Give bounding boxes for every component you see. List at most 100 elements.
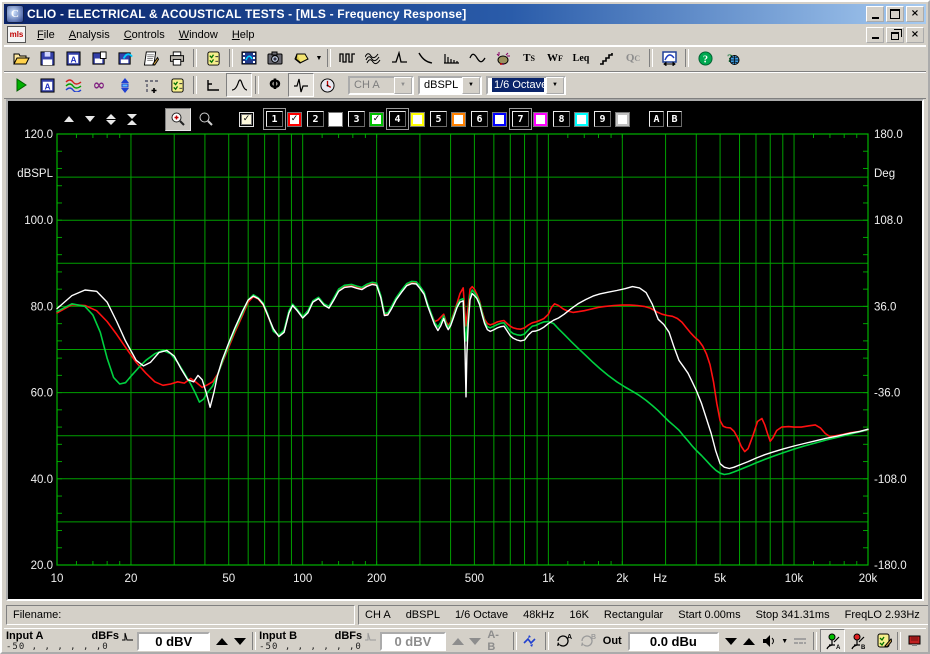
waterfall-analysis-button[interactable] [360, 46, 386, 70]
help-button[interactable]: ? [692, 46, 718, 70]
curve-slot-3-checkbox[interactable]: ✓ [370, 113, 383, 126]
autosave-button[interactable]: A [34, 73, 60, 97]
time-domain-view-button[interactable] [200, 73, 226, 97]
curve-slot-6-checkbox[interactable] [493, 113, 506, 126]
curve-slot-9-button[interactable]: 9 [594, 111, 611, 127]
out-down-button[interactable] [722, 632, 740, 650]
sinusoidal-analysis-button[interactable] [464, 46, 490, 70]
options-button[interactable] [200, 46, 226, 70]
child-restore-button[interactable] [886, 26, 904, 43]
rta-analysis-button[interactable] [438, 46, 464, 70]
erase-button[interactable] [288, 46, 314, 70]
wow-flutter-button[interactable]: WF [542, 46, 568, 70]
autostore-button[interactable] [138, 73, 164, 97]
compare-b-button[interactable]: B [667, 111, 682, 127]
distortion-analysis-button[interactable] [490, 46, 516, 70]
display-curves-button[interactable] [60, 73, 86, 97]
group-delay-button[interactable] [288, 73, 314, 97]
scale-up-button[interactable] [60, 111, 78, 127]
impulse-analysis-button[interactable] [386, 46, 412, 70]
curve-slot-2-checkbox[interactable] [329, 113, 342, 126]
movie-capture-button[interactable] [236, 46, 262, 70]
compare-a-button[interactable]: A [649, 111, 664, 127]
leq-analysis-button[interactable]: Leq [568, 46, 594, 70]
curve-slot-4-button[interactable]: 4 [386, 108, 409, 130]
qc-button[interactable]: QC [620, 46, 646, 70]
scale-down-button[interactable] [81, 111, 99, 127]
out-up-button[interactable] [740, 632, 758, 650]
measurement-info-segment: CH A [365, 609, 391, 621]
save-curve-button[interactable] [112, 46, 138, 70]
loop-measurement-button[interactable]: ∞ [86, 73, 112, 97]
save-copy-button[interactable] [86, 46, 112, 70]
child-minimize-button[interactable] [866, 26, 884, 43]
curve-slot-9-checkbox[interactable] [616, 113, 629, 126]
mic-a-button[interactable]: A [819, 629, 846, 652]
input-a-up-button[interactable] [213, 632, 231, 650]
input-b-down-button[interactable] [467, 632, 485, 650]
input-b-up-button[interactable] [449, 632, 467, 650]
menu-item-help[interactable]: Help [225, 26, 262, 44]
dc-output-button[interactable] [790, 629, 810, 652]
mls-settings-button[interactable] [164, 73, 190, 97]
title-bar[interactable]: C CLIO - ELECTRICAL & ACOUSTICAL TESTS -… [4, 4, 926, 24]
erase-options-dropdown[interactable]: ▼ [314, 47, 324, 69]
close-button[interactable]: × [906, 6, 924, 22]
zoom-out-button[interactable] [194, 109, 218, 130]
channel-select[interactable]: CH A ▼ [348, 75, 414, 95]
active-curve-checkbox[interactable]: ✓ [240, 113, 253, 126]
minimize-button[interactable] [866, 6, 884, 22]
open-file-button[interactable] [8, 46, 34, 70]
frequency-view-button[interactable] [226, 73, 252, 97]
curve-slot-8-checkbox[interactable] [575, 113, 588, 126]
curve-slot-3-button[interactable]: 3 [348, 111, 365, 127]
loopback-b-button[interactable]: B [576, 629, 600, 652]
decay-analysis-button[interactable] [412, 46, 438, 70]
curve-slot-1-checkbox[interactable]: ✓ [288, 113, 301, 126]
time-clock-button[interactable] [314, 73, 340, 97]
curve-slot-7-checkbox[interactable] [534, 113, 547, 126]
speaker-mute-button[interactable] [758, 629, 780, 652]
curve-slot-5-checkbox[interactable] [452, 113, 465, 126]
resize-window-button[interactable] [656, 46, 682, 70]
curve-slot-4-checkbox[interactable] [411, 113, 424, 126]
autoscale-button[interactable] [112, 73, 138, 97]
save-memory-a-button[interactable]: A [60, 46, 86, 70]
linearity-analysis-button[interactable] [594, 46, 620, 70]
phase-display-button[interactable]: Φ [262, 73, 288, 97]
start-measurement-button[interactable] [8, 73, 34, 97]
export-data-button[interactable] [138, 46, 164, 70]
about-button[interactable]: ? [718, 46, 744, 70]
compress-scale-button[interactable] [123, 111, 141, 127]
expand-scale-button[interactable] [102, 111, 120, 127]
curve-slot-2-button[interactable]: 2 [307, 111, 324, 127]
speaker-options-dropdown[interactable]: ▼ [780, 630, 790, 652]
snapshot-button[interactable] [262, 46, 288, 70]
curve-slot-5-button[interactable]: 5 [430, 111, 447, 127]
mic-b-button[interactable]: B [845, 629, 871, 652]
menu-item-file[interactable]: File [30, 26, 62, 44]
menu-item-controls[interactable]: Controls [117, 26, 172, 44]
mic-settings-button[interactable] [871, 629, 897, 652]
curve-slot-8-button[interactable]: 8 [553, 111, 570, 127]
loopback-a-button[interactable]: A [552, 629, 576, 652]
unit-select[interactable]: dBSPL ▼ [418, 75, 482, 95]
mls-document-icon[interactable]: mls [7, 26, 26, 43]
child-close-button[interactable]: × [906, 26, 924, 43]
curve-slot-1-button[interactable]: 1 [263, 108, 286, 130]
curve-slot-6-button[interactable]: 6 [471, 111, 488, 127]
curve-slot-7-button[interactable]: 7 [509, 108, 532, 130]
frequency-response-plot[interactable]: 120.0 100.0 80.0 60.0 40.0 20.0 dBSPL 180.0 108.… [8, 101, 922, 599]
autorange-button[interactable] [520, 629, 542, 652]
ab-compare-button[interactable]: A-B [487, 629, 506, 652]
ts-parameters-button[interactable]: TS [516, 46, 542, 70]
save-file-button[interactable] [34, 46, 60, 70]
mls-analysis-button[interactable] [334, 46, 360, 70]
menu-item-analysis[interactable]: Analysis [62, 26, 117, 44]
zoom-in-button[interactable] [165, 107, 191, 131]
maximize-button[interactable] [886, 6, 904, 22]
smoothing-select[interactable]: 1/6 Octave ▼ [486, 75, 566, 95]
print-button[interactable] [164, 46, 190, 70]
input-a-down-button[interactable] [231, 632, 249, 650]
menu-item-window[interactable]: Window [172, 26, 225, 44]
